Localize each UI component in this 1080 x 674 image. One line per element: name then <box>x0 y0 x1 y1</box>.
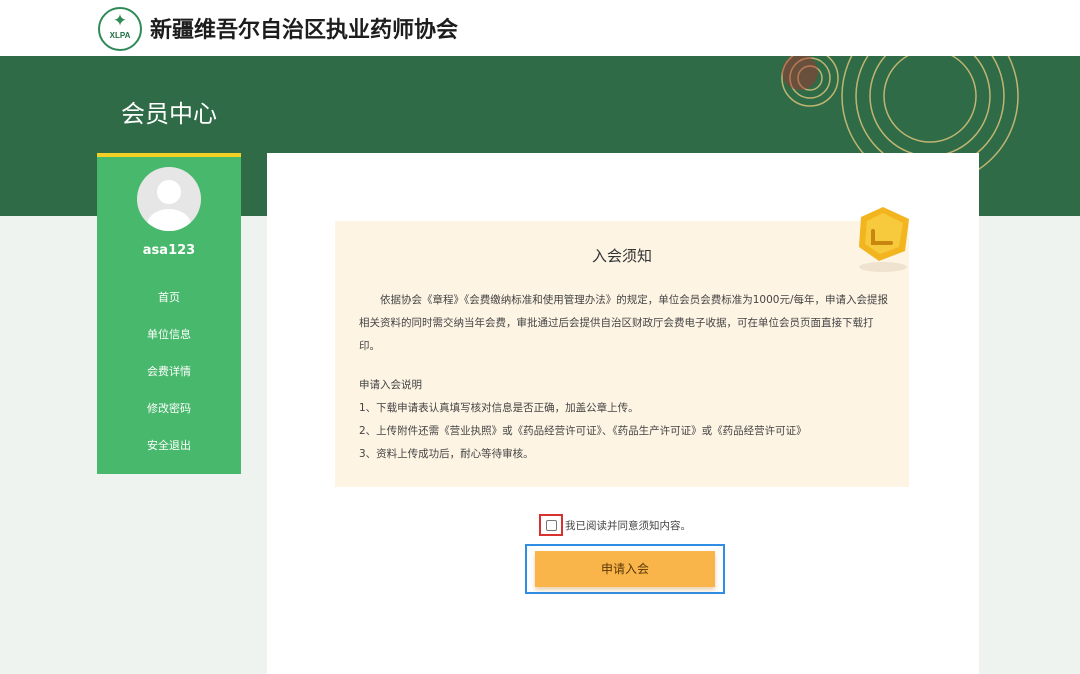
sidebar-item-change-password[interactable]: 修改密码 <box>97 400 241 416</box>
sidebar-item-unit-info[interactable]: 单位信息 <box>97 326 241 342</box>
sidebar-item-home[interactable]: 首页 <box>97 289 241 305</box>
top-header: ✦ XLPA 新疆维吾尔自治区执业药师协会 <box>0 0 1080 56</box>
user-avatar-icon <box>137 167 201 231</box>
agree-checkbox[interactable] <box>546 520 557 531</box>
notice-step: 1、下载申请表认真填写核对信息是否正确，加盖公章上传。 <box>359 402 639 414</box>
sidebar-item-logout[interactable]: 安全退出 <box>97 437 241 453</box>
main-content-card: 入会须知 依据协会《章程》《会费缴纳标准和使用管理办法》的规定，单位会员会费标准… <box>267 153 979 674</box>
username: asa123 <box>142 243 196 258</box>
notice-subtitle: 申请入会说明 <box>359 379 422 391</box>
site-title[interactable]: 新疆维吾尔自治区执业药师协会 <box>150 12 458 44</box>
member-sidebar: asa123 首页 单位信息 会费详情 修改密码 安全退出 <box>97 153 241 474</box>
notice-step: 2、上传附件还需《营业执照》或《药品经营许可证》、《药品生产许可证》或《药品经营… <box>359 425 807 437</box>
xlpa-logo-icon[interactable]: ✦ XLPA <box>98 7 142 51</box>
star-icon: ✦ <box>112 11 128 31</box>
apply-membership-button[interactable]: 申请入会 <box>535 551 715 587</box>
page-title: 会员中心 <box>121 100 217 128</box>
notice-title: 入会须知 <box>591 247 652 265</box>
apply-button-highlight: 申请入会 <box>525 544 725 594</box>
agree-label[interactable]: 我已阅读并同意须知内容。 <box>565 518 691 533</box>
notice-step: 3、资料上传成功后，耐心等待审核。 <box>359 448 534 460</box>
membership-notice: 入会须知 依据协会《章程》《会费缴纳标准和使用管理办法》的规定，单位会员会费标准… <box>335 221 909 487</box>
logo-abbr: XLPA <box>109 31 131 40</box>
checkbox-highlight <box>539 514 563 536</box>
sidebar-item-fee-details[interactable]: 会费详情 <box>97 363 241 379</box>
notice-paragraph: 依据协会《章程》《会费缴纳标准和使用管理办法》的规定，单位会员会费标准为1000… <box>359 294 889 352</box>
gold-check-badge-icon <box>859 207 909 272</box>
